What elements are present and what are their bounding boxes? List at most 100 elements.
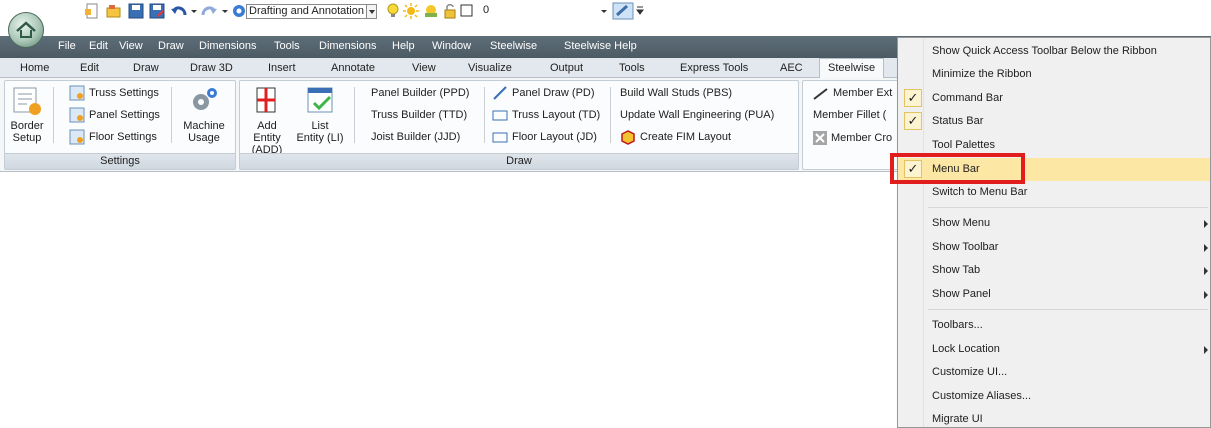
panel-settings-icon	[69, 107, 85, 123]
tab-express-tools[interactable]: Express Tools	[680, 62, 748, 74]
joist-builder-button[interactable]: Joist Builder (JJD)	[371, 131, 460, 143]
member-cro-button[interactable]: Member Cro	[813, 131, 892, 145]
tab-view[interactable]: View	[412, 62, 436, 74]
workspace-selector[interactable]: Drafting and Annotation	[246, 3, 377, 19]
chevron-down-icon[interactable]	[366, 3, 377, 19]
tab-output[interactable]: Output	[550, 62, 583, 74]
menu-item-status-bar[interactable]: ✓ Status Bar	[898, 110, 1210, 133]
tab-aec[interactable]: AEC	[780, 62, 803, 74]
tab-insert[interactable]: Insert	[268, 62, 296, 74]
tab-annotate[interactable]: Annotate	[331, 62, 375, 74]
tab-steelwise[interactable]: Steelwise	[819, 58, 885, 79]
fim-cube-icon	[621, 130, 635, 145]
floor-settings-button[interactable]: Floor Settings	[69, 129, 157, 145]
border-setup-button[interactable]: Border Setup	[9, 85, 45, 144]
menu-item-label: Migrate UI	[932, 413, 983, 425]
sun-icon[interactable]	[403, 2, 419, 20]
tab-tools[interactable]: Tools	[619, 62, 645, 74]
floor-layout-label: Floor Layout (JD)	[512, 131, 597, 143]
menu-item-command-bar[interactable]: ✓ Command Bar	[898, 87, 1210, 110]
list-entity-label: List Entity (LI)	[296, 120, 344, 144]
border-setup-label: Border Setup	[10, 120, 44, 144]
chevron-right-icon	[1204, 346, 1208, 354]
menu-item-toolbars[interactable]: Toolbars...	[898, 314, 1210, 337]
divider	[610, 87, 611, 143]
create-fim-layout-button[interactable]: Create FIM Layout	[620, 129, 731, 145]
menu-item-label: Customize UI...	[932, 366, 1008, 378]
lock-icon[interactable]	[443, 2, 457, 20]
menu-help[interactable]: Help	[392, 40, 415, 52]
lightbulb-icon[interactable]	[386, 2, 400, 20]
member-ext-label: Member Ext	[833, 87, 893, 99]
truss-layout-label: Truss Layout (TD)	[512, 109, 601, 121]
menu-item-label: Tool Palettes	[932, 139, 995, 151]
panel-settings-button[interactable]: Panel Settings	[69, 107, 160, 123]
menu-edit[interactable]: Edit	[89, 40, 108, 52]
menu-item-label: Toolbars...	[932, 319, 983, 331]
menu-item-show-tab[interactable]: Show Tab	[898, 259, 1210, 282]
truss-settings-button[interactable]: Truss Settings	[69, 85, 159, 101]
menu-item-lock-location[interactable]: Lock Location	[898, 338, 1210, 361]
menu-dimensions[interactable]: Dimensions	[199, 40, 256, 52]
floor-layout-button[interactable]: Floor Layout (JD)	[492, 129, 597, 145]
qat-dropdown-icon[interactable]	[636, 2, 644, 20]
draw-panel-title: Draw	[240, 153, 798, 169]
square-icon[interactable]	[460, 2, 474, 20]
tab-draw-3d[interactable]: Draw 3D	[190, 62, 233, 74]
menu-steelwise[interactable]: Steelwise	[490, 40, 537, 52]
menu-item-migrate-ui[interactable]: Migrate UI	[898, 408, 1210, 428]
chevron-down-icon[interactable]	[190, 2, 198, 20]
menu-item-minimize-ribbon[interactable]: Minimize the Ribbon	[898, 63, 1210, 86]
panel-draw-button[interactable]: Panel Draw (PD)	[492, 85, 595, 101]
menu-item-show-qat-below[interactable]: Show Quick Access Toolbar Below the Ribb…	[898, 40, 1210, 63]
menu-view[interactable]: View	[119, 40, 143, 52]
chevron-down-icon[interactable]	[221, 2, 229, 20]
menu-item-customize-ui[interactable]: Customize UI...	[898, 361, 1210, 384]
chevron-right-icon	[1204, 220, 1208, 228]
menu-item-switch-to-menu-bar[interactable]: Switch to Menu Bar	[898, 181, 1210, 204]
member-ext-icon	[813, 88, 828, 100]
machine-usage-button[interactable]: Machine Usage	[179, 85, 229, 144]
layer-icon[interactable]	[423, 2, 439, 20]
menu-separator	[928, 207, 1208, 208]
panel-builder-button[interactable]: Panel Builder (PPD)	[371, 87, 469, 99]
open-icon[interactable]	[106, 2, 122, 20]
saveas-icon[interactable]	[149, 2, 165, 20]
menu-file[interactable]: File	[58, 40, 76, 52]
gear-icon	[193, 88, 217, 110]
tab-visualize[interactable]: Visualize	[468, 62, 512, 74]
truss-layout-button[interactable]: Truss Layout (TD)	[492, 107, 600, 123]
tab-edit[interactable]: Edit	[80, 62, 99, 74]
build-wall-studs-button[interactable]: Build Wall Studs (PBS)	[620, 87, 732, 99]
undo-icon[interactable]	[170, 2, 188, 20]
list-entity-button[interactable]: List Entity (LI)	[294, 85, 346, 144]
menu-item-show-panel[interactable]: Show Panel	[898, 283, 1210, 306]
update-wall-engineering-button[interactable]: Update Wall Engineering (PUA)	[620, 109, 774, 121]
redo-icon[interactable]	[200, 2, 218, 20]
tab-draw[interactable]: Draw	[133, 62, 159, 74]
floor-layout-icon	[492, 132, 508, 143]
chevron-right-icon	[1204, 291, 1208, 299]
menu-item-show-toolbar[interactable]: Show Toolbar	[898, 236, 1210, 259]
application-menu-button[interactable]	[8, 12, 44, 48]
menu-item-customize-aliases[interactable]: Customize Aliases...	[898, 385, 1210, 408]
member-fillet-button[interactable]: Member Fillet (	[813, 109, 886, 121]
new-icon[interactable]	[84, 2, 100, 20]
tab-home[interactable]: Home	[20, 62, 49, 74]
add-entity-button[interactable]: Add Entity (ADD)	[244, 85, 290, 156]
color-icon[interactable]	[612, 2, 634, 20]
menu-dimensions-2[interactable]: Dimensions	[319, 40, 376, 52]
truss-builder-label: Truss Builder (TTD)	[371, 109, 468, 121]
truss-builder-button[interactable]: Truss Builder (TTD)	[371, 109, 467, 121]
menu-steelwise-help[interactable]: Steelwise Help	[564, 40, 637, 52]
save-icon[interactable]	[128, 2, 144, 20]
chevron-down-icon[interactable]	[600, 2, 608, 20]
member-ext-button[interactable]: Member Ext	[813, 85, 892, 101]
menu-tools[interactable]: Tools	[274, 40, 300, 52]
draw-panel: Add Entity (ADD) List Entity (LI) Panel …	[239, 80, 799, 170]
menu-window[interactable]: Window	[432, 40, 471, 52]
menu-item-show-menu[interactable]: Show Menu	[898, 212, 1210, 235]
truss-settings-label: Truss Settings	[89, 87, 159, 99]
menu-item-label: Show Toolbar	[932, 241, 999, 253]
menu-draw[interactable]: Draw	[158, 40, 184, 52]
